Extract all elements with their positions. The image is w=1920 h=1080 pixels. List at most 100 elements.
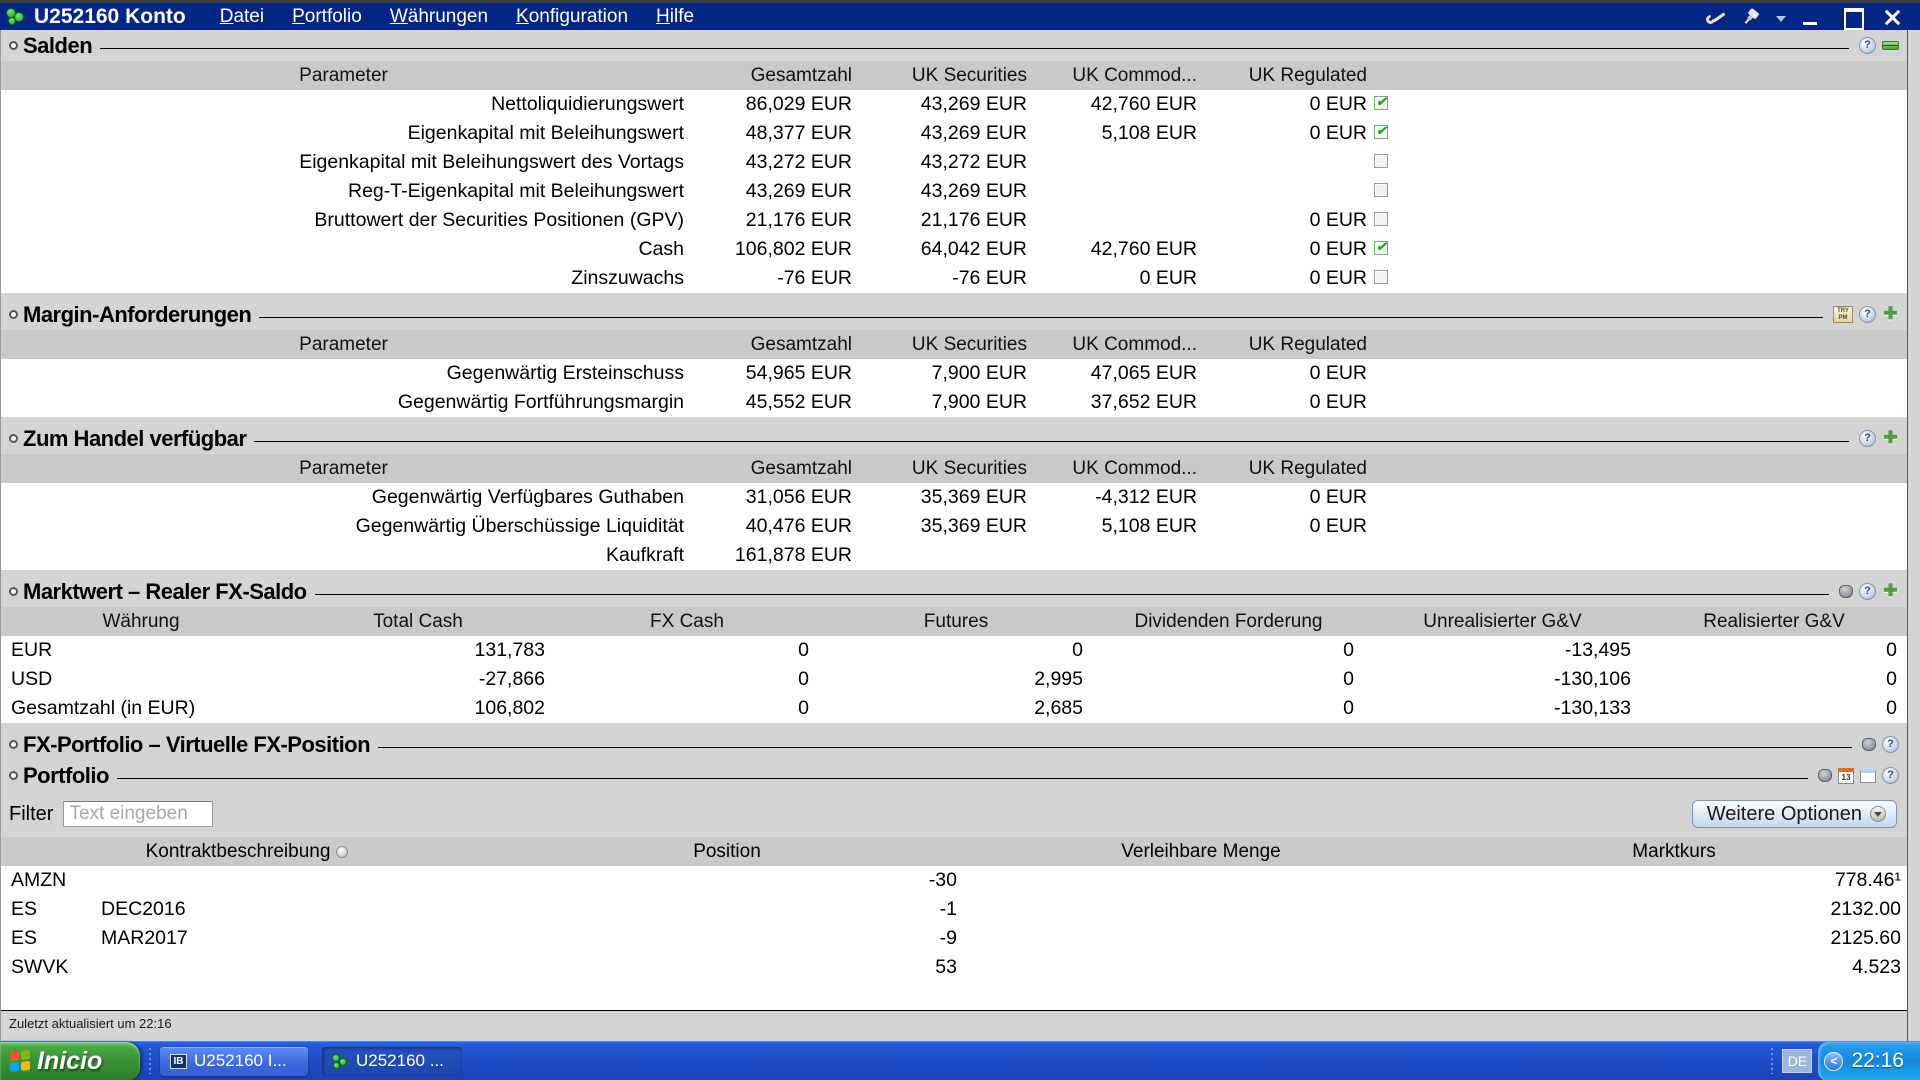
calendar-icon[interactable]: 13 xyxy=(1838,768,1854,784)
dropdown-arrow-icon xyxy=(1870,806,1886,822)
table-row[interactable]: USD-27,86602,9950-130,1060 xyxy=(1,665,1907,694)
section-toggle-icon[interactable] xyxy=(9,771,18,780)
table-row[interactable]: Gegenwärtig Ersteinschuss54,965 EUR7,900… xyxy=(1,359,1907,388)
window-title: U252160 Konto xyxy=(34,5,186,29)
table-row[interactable]: Cash106,802 EUR64,042 EUR42,760 EUR0 EUR xyxy=(1,235,1907,264)
expand-plus-icon[interactable] xyxy=(1882,306,1899,323)
status-text: Zuletzt aktualisiert um 22:16 xyxy=(9,1016,172,1031)
wrench-icon[interactable] xyxy=(1706,9,1728,25)
column-header-verleihbare-menge[interactable]: Verleihbare Menge xyxy=(961,841,1441,863)
taskbar-separator[interactable] xyxy=(146,1048,154,1074)
column-header-parameter: Parameter xyxy=(1,65,686,87)
column-header-uk-regulated: UK Regulated xyxy=(1201,65,1371,87)
minimize-button[interactable] xyxy=(1800,7,1826,27)
help-icon[interactable]: ? xyxy=(1859,306,1876,323)
try-pm-icon[interactable]: TRY PM xyxy=(1833,306,1853,323)
table-row[interactable]: EUR131,783000-13,4950 xyxy=(1,636,1907,665)
sort-icon xyxy=(336,846,348,858)
table-row[interactable]: Gegenwärtig Überschüssige Liquidität40,4… xyxy=(1,512,1907,541)
hide-icons-chevron[interactable]: < xyxy=(1824,1052,1843,1071)
table-row[interactable]: Nettoliquidierungswert86,029 EUR43,269 E… xyxy=(1,90,1907,119)
table-row[interactable]: ESDEC2016-12132.00 xyxy=(1,895,1907,924)
table-row[interactable]: Eigenkapital mit Beleihungswert des Vort… xyxy=(1,148,1907,177)
section-toggle-icon[interactable] xyxy=(9,310,18,319)
help-icon[interactable]: ? xyxy=(1882,736,1899,753)
section-rule xyxy=(254,441,1849,442)
filter-input[interactable] xyxy=(63,801,213,827)
section-title: Margin-Anforderungen xyxy=(23,302,251,328)
table-row[interactable]: Bruttowert der Securities Positionen (GP… xyxy=(1,206,1907,235)
row-checkbox[interactable] xyxy=(1374,96,1388,110)
start-button[interactable]: Inicio xyxy=(0,1042,140,1080)
help-icon[interactable]: ? xyxy=(1859,430,1876,447)
menu-hilfe[interactable]: Hilfe xyxy=(656,6,694,28)
start-label: Inicio xyxy=(37,1047,116,1076)
titlebar-caret-icon[interactable] xyxy=(1776,16,1786,22)
column-header-waehrung: Währung xyxy=(1,611,281,633)
table-row[interactable]: ESMAR2017-92125.60 xyxy=(1,924,1907,953)
table-row[interactable]: Eigenkapital mit Beleihungswert48,377 EU… xyxy=(1,119,1907,148)
taskbar-item-tws[interactable]: U252160 ... xyxy=(322,1047,462,1076)
help-icon[interactable]: ? xyxy=(1882,767,1899,784)
tray-clock: 22:16 xyxy=(1851,1049,1912,1073)
menu-portfolio[interactable]: Portfolio xyxy=(292,6,362,28)
section-toggle-icon[interactable] xyxy=(9,41,18,50)
more-options-button[interactable]: Weitere Optionen xyxy=(1692,800,1897,828)
menu-datei[interactable]: Datei xyxy=(220,6,264,28)
row-checkbox[interactable] xyxy=(1374,212,1388,226)
row-checkbox[interactable] xyxy=(1374,183,1388,197)
expand-plus-icon[interactable] xyxy=(1882,430,1899,447)
row-checkbox[interactable] xyxy=(1374,154,1388,168)
language-indicator[interactable]: DE xyxy=(1782,1049,1812,1073)
pin-icon[interactable] xyxy=(1739,3,1766,30)
window-icon[interactable] xyxy=(1860,769,1876,783)
menu-konfiguration[interactable]: Konfiguration xyxy=(516,6,628,28)
section-toggle-icon[interactable] xyxy=(9,740,18,749)
column-header-uk-commod: UK Commod... xyxy=(1031,65,1201,87)
table-row[interactable]: Reg-T-Eigenkapital mit Beleihungswert43,… xyxy=(1,177,1907,206)
table-row[interactable]: Gegenwärtig Fortführungsmargin45,552 EUR… xyxy=(1,388,1907,417)
row-checkbox[interactable] xyxy=(1374,125,1388,139)
table-row[interactable]: Gesamtzahl (in EUR)106,80202,6850-130,13… xyxy=(1,694,1907,723)
statusbar: Zuletzt aktualisiert um 22:16 xyxy=(1,1011,1907,1041)
column-header-uk-securities: UK Securities xyxy=(856,65,1031,87)
client-area: Salden ? Parameter Gesamtzahl UK Securit… xyxy=(0,30,1907,1041)
column-header-marktkurs[interactable]: Marktkurs xyxy=(1441,841,1907,863)
maximize-button[interactable] xyxy=(1840,7,1866,27)
row-checkbox[interactable] xyxy=(1374,270,1388,284)
window-right-border xyxy=(1907,30,1920,1041)
taskbar-item-ib[interactable]: IB U252160 I... xyxy=(160,1047,308,1076)
expand-plus-icon[interactable] xyxy=(1882,583,1899,600)
column-header-kontraktbeschreibung[interactable]: Kontraktbeschreibung xyxy=(1,841,493,863)
table-row[interactable]: SWVK534.523 xyxy=(1,953,1907,982)
menubar: Datei Portfolio Währungen Konfiguration … xyxy=(220,6,722,28)
section-toggle-icon[interactable] xyxy=(9,587,18,596)
table-row[interactable]: AMZN-30778.46¹ xyxy=(1,866,1907,895)
hand-icon[interactable] xyxy=(1862,738,1876,751)
table-row[interactable]: Zinszuwachs-76 EUR-76 EUR0 EUR0 EUR xyxy=(1,264,1907,293)
section-rule xyxy=(315,594,1829,595)
taskbar-separator[interactable] xyxy=(1768,1048,1776,1074)
table-row[interactable]: Gegenwärtig Verfügbares Guthaben31,056 E… xyxy=(1,483,1907,512)
portfolio-header-row: Kontraktbeschreibung Position Verleihbar… xyxy=(1,837,1907,866)
close-button[interactable] xyxy=(1880,7,1906,27)
row-checkbox[interactable] xyxy=(1374,241,1388,255)
help-icon[interactable]: ? xyxy=(1859,583,1876,600)
table-row[interactable]: Kaufkraft161,878 EUR xyxy=(1,541,1907,570)
ib-icon: IB xyxy=(170,1054,187,1069)
section-toggle-icon[interactable] xyxy=(9,434,18,443)
column-header-dividenden: Dividenden Forderung xyxy=(1093,611,1364,633)
help-icon[interactable]: ? xyxy=(1859,37,1876,54)
table-empty-area xyxy=(1,982,1907,1010)
menu-waehrungen[interactable]: Währungen xyxy=(390,6,488,28)
column-header-futures: Futures xyxy=(819,611,1093,633)
hand-icon[interactable] xyxy=(1818,769,1832,782)
column-header-position[interactable]: Position xyxy=(493,841,961,863)
tws-account-window: U252160 Konto Datei Portfolio Währungen … xyxy=(0,0,1920,1080)
handel-header-row: Parameter Gesamtzahl UK Securities UK Co… xyxy=(1,454,1907,483)
column-header-realisiert: Realisierter G&V xyxy=(1641,611,1907,633)
collapse-icon[interactable] xyxy=(1882,41,1899,50)
hand-icon[interactable] xyxy=(1839,585,1853,598)
titlebar-controls xyxy=(1706,7,1914,27)
handel-table: Parameter Gesamtzahl UK Securities UK Co… xyxy=(1,454,1907,570)
